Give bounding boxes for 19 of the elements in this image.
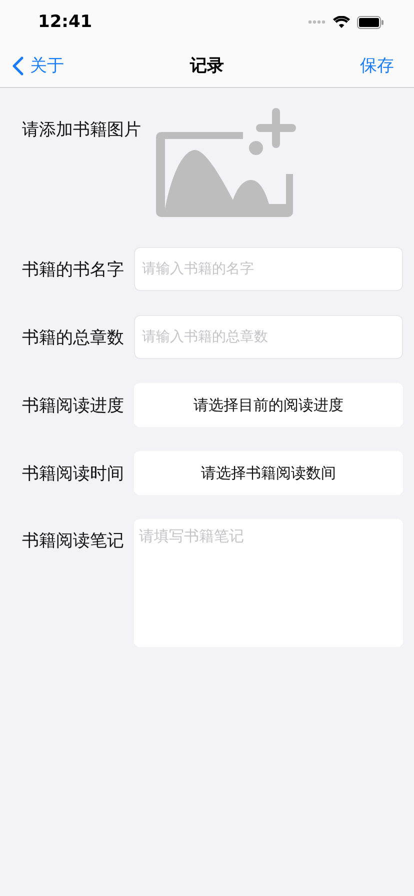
field-label: 书籍的总章数	[22, 326, 125, 348]
field-label: 书籍阅读进度	[22, 394, 125, 416]
status-time: 12:41	[38, 12, 92, 32]
image-label: 请添加书籍图片	[22, 119, 141, 141]
input-field[interactable]: 请输入书籍的名字	[134, 247, 403, 291]
battery-icon	[357, 16, 384, 28]
field-label: 书籍阅读笔记	[22, 530, 125, 552]
save-button[interactable]: 保存	[360, 54, 394, 77]
signal-icon	[308, 20, 326, 24]
wifi-icon	[333, 16, 350, 28]
input-field[interactable]: 请输入书籍的总章数	[134, 315, 403, 359]
field-label: 书籍阅读时间	[22, 462, 125, 484]
back-button[interactable]: 关于	[12, 54, 64, 77]
picker-button[interactable]: 请选择目前的阅读进度	[134, 383, 403, 427]
page-title: 记录	[190, 55, 224, 77]
field-label: 书籍的书名字	[22, 258, 125, 280]
picker-button[interactable]: 请选择书籍阅读数间	[134, 451, 403, 495]
chevron-left-icon	[12, 56, 24, 76]
notes-field[interactable]: 请填写书籍笔记	[134, 519, 403, 647]
